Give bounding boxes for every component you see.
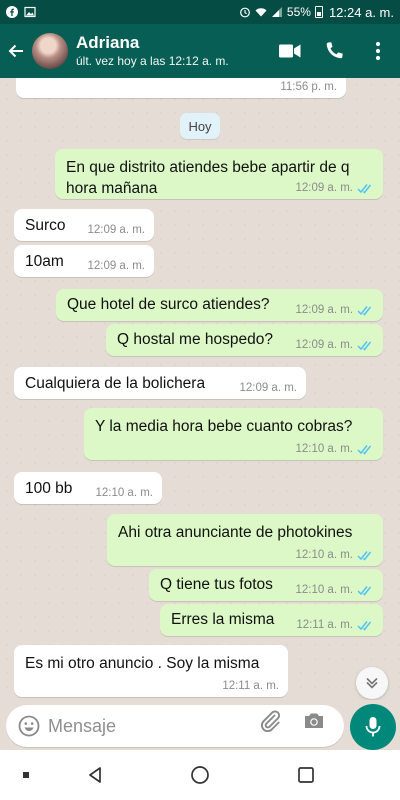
nav-recents-icon xyxy=(23,772,29,778)
chat-header: Adriana últ. vez hoy a las 12:12 a. m. xyxy=(0,24,400,78)
message-time: 11:56 p. m. xyxy=(280,81,337,93)
message-outgoing[interactable]: Que hotel de surco atiendes? 12:09 a. m. xyxy=(56,289,383,321)
mic-icon xyxy=(365,717,381,737)
message-time: 12:10 a. m. xyxy=(295,443,353,455)
phone-icon xyxy=(326,42,343,59)
message-time: 12:10 a. m. xyxy=(295,549,353,561)
message-incoming-partial[interactable]: 11:56 p. m. xyxy=(16,78,346,98)
message-incoming[interactable]: Cualquiera de la bolichera 12:09 a. m. xyxy=(14,367,306,399)
message-incoming[interactable]: Es mi otro anuncio . Soy la misma 12:11 … xyxy=(14,645,288,697)
read-ticks-icon xyxy=(357,550,372,561)
message-text: 100 bb xyxy=(25,480,73,497)
nav-overview-button[interactable] xyxy=(296,765,316,785)
message-text: Q tiene tus fotos xyxy=(160,576,273,593)
clock: 12:24 a. m. xyxy=(328,4,394,20)
nav-recents-button[interactable] xyxy=(16,765,36,785)
message-outgoing[interactable]: Q tiene tus fotos 12:10 a. m. xyxy=(149,569,383,601)
camera-button[interactable] xyxy=(302,709,326,733)
message-text: Ahi otra anunciante de photokines xyxy=(118,524,353,541)
message-text: 10am xyxy=(25,253,64,270)
message-time: 12:09 a. m. xyxy=(295,304,353,316)
read-ticks-icon xyxy=(357,620,372,631)
back-arrow-icon xyxy=(8,44,23,58)
attach-icon xyxy=(260,710,281,733)
battery-icon xyxy=(314,6,323,18)
message-time: 12:09 a. m. xyxy=(295,182,353,194)
nav-back-button[interactable] xyxy=(85,765,105,785)
read-ticks-icon xyxy=(357,340,372,351)
alarm-icon xyxy=(240,7,250,18)
emoji-icon xyxy=(18,715,40,737)
message-incoming[interactable]: 10am 12:09 a. m. xyxy=(14,245,154,277)
signal-icon xyxy=(271,7,282,17)
message-text: Q hostal me hospedo? xyxy=(117,331,273,348)
message-outgoing[interactable]: En que distrito atiendes bebe apartir de… xyxy=(55,149,383,199)
message-outgoing[interactable]: Ahi otra anunciante de photokines 12:10 … xyxy=(107,514,383,566)
message-outgoing[interactable]: Y la media hora bebe cuanto cobras? 12:1… xyxy=(84,408,383,460)
contact-info[interactable]: Adriana últ. vez hoy a las 12:12 a. m. xyxy=(76,33,229,68)
message-time: 12:09 a. m. xyxy=(87,224,145,236)
message-incoming[interactable]: 100 bb 12:10 a. m. xyxy=(14,472,162,504)
message-text: Erres la misma xyxy=(171,611,275,628)
read-ticks-icon xyxy=(357,585,372,596)
message-text: Y la media hora bebe cuanto cobras? xyxy=(95,418,353,435)
more-options-icon xyxy=(375,41,381,61)
system-navigation-bar xyxy=(0,750,400,800)
message-time: 12:10 a. m. xyxy=(295,584,353,596)
message-list[interactable]: 11:56 p. m. Hoy En que distrito atiendes… xyxy=(0,78,400,700)
phone-call-button[interactable] xyxy=(312,24,356,78)
composer xyxy=(0,700,400,750)
date-separator: Hoy xyxy=(180,113,220,139)
voice-message-button[interactable] xyxy=(350,704,396,750)
message-text: Es mi otro anuncio . Soy la misma xyxy=(25,655,260,672)
chevron-double-down-icon xyxy=(366,677,378,689)
message-incoming[interactable]: Surco 12:09 a. m. xyxy=(14,209,154,241)
message-time: 12:11 a. m. xyxy=(222,680,279,692)
message-text: Cualquiera de la bolichera xyxy=(25,375,206,392)
message-time: 12:11 a. m. xyxy=(296,619,353,631)
camera-icon xyxy=(305,713,323,728)
message-outgoing[interactable]: Erres la misma 12:11 a. m. xyxy=(160,604,383,636)
emoji-button[interactable] xyxy=(10,705,48,747)
read-ticks-icon xyxy=(357,183,372,194)
scroll-to-bottom-button[interactable] xyxy=(356,667,388,699)
last-seen: últ. vez hoy a las 12:12 a. m. xyxy=(76,53,229,68)
read-ticks-icon xyxy=(357,444,372,455)
wifi-icon xyxy=(255,8,267,17)
message-time: 12:09 a. m. xyxy=(87,260,145,272)
video-call-button[interactable] xyxy=(268,24,312,78)
message-outgoing[interactable]: Q hostal me hospedo? 12:09 a. m. xyxy=(106,324,383,356)
message-time: 12:10 a. m. xyxy=(95,487,153,499)
message-input[interactable] xyxy=(48,715,248,737)
gallery-icon xyxy=(24,6,36,18)
nav-back-icon xyxy=(89,767,101,783)
back-button[interactable] xyxy=(2,24,30,78)
message-time: 12:09 a. m. xyxy=(239,382,297,394)
facebook-icon xyxy=(6,6,18,18)
composer-pill xyxy=(6,705,344,747)
video-call-icon xyxy=(279,44,301,58)
contact-name: Adriana xyxy=(76,33,140,53)
nav-home-button[interactable] xyxy=(190,765,210,785)
nav-overview-icon xyxy=(298,767,314,783)
status-bar: 55% 12:24 a. m. xyxy=(0,0,400,24)
message-text: Surco xyxy=(25,217,66,234)
message-text: En que distrito atiendes bebe apartir de… xyxy=(66,159,350,176)
battery-percent: 55% xyxy=(286,5,311,19)
attach-button[interactable] xyxy=(258,709,282,733)
read-ticks-icon xyxy=(357,305,372,316)
message-text: Que hotel de surco atiendes? xyxy=(67,296,270,313)
more-options-button[interactable] xyxy=(356,24,400,78)
message-time: 12:09 a. m. xyxy=(295,339,353,351)
avatar[interactable] xyxy=(32,33,68,69)
nav-home-icon xyxy=(191,766,209,784)
